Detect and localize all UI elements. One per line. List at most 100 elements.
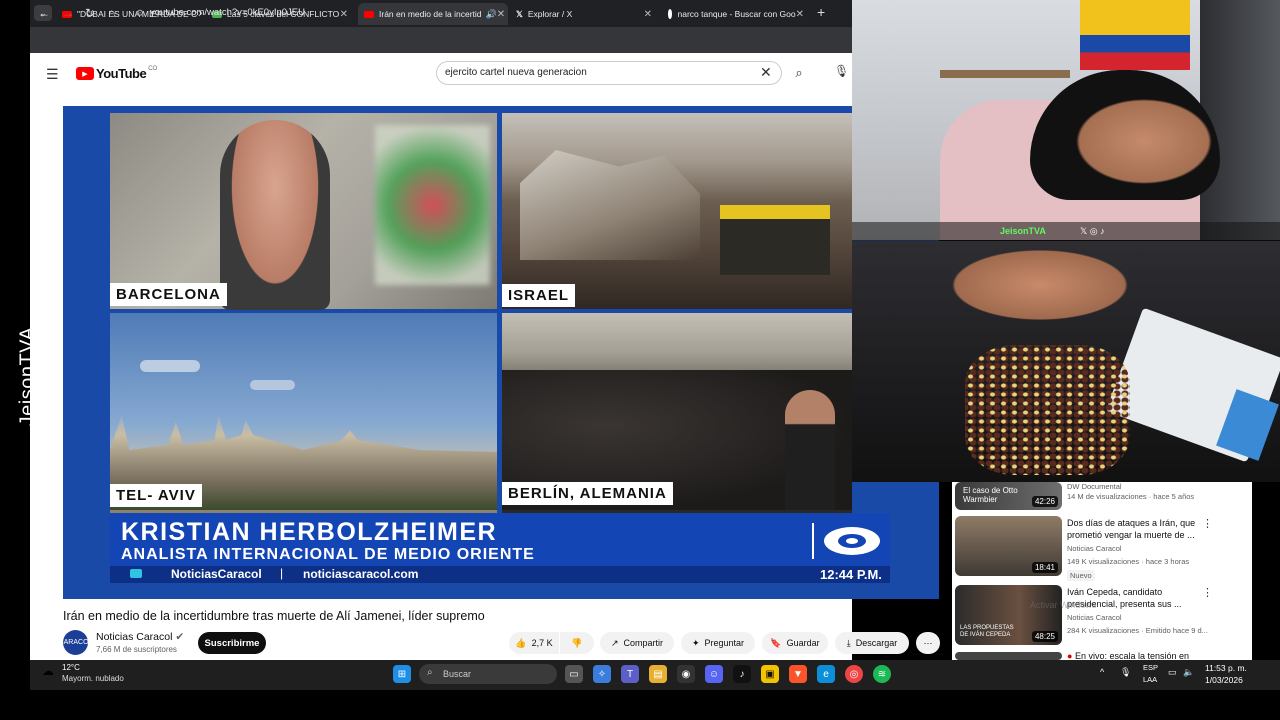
discord-icon[interactable]: ☺ [705, 665, 723, 683]
rec-thumbnail[interactable]: 18:41 [955, 516, 1062, 576]
edge-icon[interactable]: e [817, 665, 835, 683]
google-favicon-icon [668, 9, 673, 19]
live-dot-icon: ● [1067, 651, 1073, 660]
thumb-text: LAS PROPUESTAS DE IVÁN CEPEDA [960, 625, 1014, 638]
subscribe-button[interactable]: Suscribirme [198, 632, 266, 654]
rec-more-icon[interactable]: ⋮ [1202, 586, 1213, 599]
network-icon[interactable]: ▭ [1168, 667, 1177, 678]
back-arrow-icon[interactable]: ← [38, 6, 50, 20]
rec-title[interactable]: ● En vivo: escala la tensión en ... [1067, 650, 1197, 660]
like-button[interactable]: 👍 2,7 K [509, 632, 559, 654]
taskbar-search[interactable]: Buscar [419, 664, 557, 684]
rec-title[interactable]: Dos días de ataques a Irán, que prometió… [1067, 517, 1197, 541]
guest-name: KRISTIAN HERBOLZHEIMER [121, 518, 498, 546]
dark-background [1200, 0, 1280, 240]
rec-meta: 149 K visualizaciones · hace 3 horas [1067, 557, 1190, 566]
rec-thumbnail[interactable]: LAS PROPUESTAS DE IVÁN CEPEDA 48:25 [955, 585, 1062, 645]
file-explorer-icon[interactable]: ▤ [649, 665, 667, 683]
clear-search-icon[interactable]: ✕ [760, 64, 772, 81]
close-icon[interactable]: ✕ [340, 9, 348, 20]
logo-country: CO [148, 66, 158, 72]
youtube-favicon-icon [364, 10, 374, 18]
rec-thumbnail[interactable] [955, 652, 1062, 660]
video-title: Irán en medio de la incertidumbre tras m… [63, 609, 485, 623]
tiktok-icon[interactable]: ♪ [733, 665, 751, 683]
windows-start-icon[interactable]: ⊞ [393, 665, 411, 683]
obs-icon[interactable]: ◉ [677, 665, 695, 683]
share-icon: ↗ [610, 637, 619, 648]
brave-icon[interactable]: ▼ [789, 665, 807, 683]
forward-arrow-icon[interactable]: → [62, 6, 74, 20]
analyst-figure [220, 120, 330, 310]
new-tab-button[interactable]: + [817, 4, 825, 20]
tray-chevron-icon[interactable]: ^ [1100, 667, 1104, 677]
task-view-icon[interactable]: ▭ [565, 665, 583, 683]
tab-label: Irán en medio de la incertid [379, 9, 482, 19]
rec-more-icon[interactable]: ⋮ [1202, 517, 1213, 530]
bulldozer [720, 205, 830, 275]
weather-cloud-icon[interactable]: ☁ [42, 664, 54, 678]
chrome-icon[interactable]: ◎ [845, 665, 863, 683]
search-input[interactable]: ejercito cartel nueva generacion [445, 67, 587, 78]
mic-tray-icon[interactable]: 🎙 [1120, 667, 1131, 678]
download-button[interactable]: ⤓ Descargar [835, 632, 909, 654]
play-icon: ▶ [76, 67, 94, 80]
webcam-overlay-bar [852, 222, 1280, 242]
browser-tab[interactable]: 𝕏 Explorar / X ✕ [510, 3, 658, 25]
channel-avatar[interactable]: CARACOL [59, 630, 92, 655]
thumb-text: El caso de Otto Warmbier [963, 486, 1018, 504]
keyboard-layout[interactable]: LAA [1143, 675, 1157, 684]
address-bar [30, 27, 852, 53]
copilot-icon[interactable]: ✧ [593, 665, 611, 683]
share-button[interactable]: ↗ Compartir [600, 632, 674, 654]
channel-name-text: Noticias Caracol [96, 631, 173, 643]
thumbs-down-icon: 👎 [571, 637, 583, 648]
rec-channel[interactable]: Noticias Caracol [1067, 544, 1122, 553]
cloud [140, 360, 200, 372]
menu-icon[interactable]: ☰ [46, 66, 59, 83]
close-icon[interactable]: ✕ [796, 9, 804, 20]
cloud [250, 380, 295, 390]
spotify-icon[interactable]: ≋ [873, 665, 891, 683]
rec-channel[interactable]: DW Documental [1067, 482, 1122, 491]
more-actions-button[interactable]: ⋯ [916, 632, 940, 654]
tab-label: narco tanque - Buscar con Goo [677, 9, 796, 19]
taskbar-date[interactable]: 1/03/2026 [1205, 675, 1243, 685]
close-icon[interactable]: ✕ [497, 9, 505, 20]
weather-temperature[interactable]: 12°C [62, 663, 80, 672]
speaker-icon[interactable]: 🔊 [486, 9, 497, 20]
ask-button[interactable]: ✦ Preguntar [681, 632, 755, 654]
browser-tab[interactable]: narco tanque - Buscar con Goo ✕ [662, 3, 810, 25]
bookmark-icon: 🔖 [770, 637, 782, 648]
social-icons: 𝕏 ◎ ♪ [1080, 226, 1105, 236]
language-indicator[interactable]: ESP [1143, 663, 1158, 672]
app-icon[interactable]: ▣ [761, 665, 779, 683]
microphone-icon[interactable]: 🎙 [834, 64, 849, 78]
ticker-url: noticiascaracol.com [303, 567, 419, 581]
dislike-button[interactable]: 👎 [560, 632, 594, 654]
channel-name[interactable]: Noticias Caracol ✔ [96, 631, 184, 643]
rec-channel[interactable]: Noticias Caracol [1067, 613, 1122, 622]
bottom-black-bar [0, 690, 1280, 720]
subscriber-count: 7,66 M de suscriptores [96, 645, 177, 654]
youtube-logo[interactable]: ▶ YouTube CO [76, 66, 157, 81]
url-field[interactable]: youtube.com/watch?v=0kE0yIp0JEU [150, 7, 305, 18]
volume-icon[interactable]: 🔈 [1183, 667, 1194, 678]
save-button[interactable]: 🔖 Guardar [762, 632, 828, 654]
shelf [940, 70, 1070, 78]
home-icon[interactable]: ⌂ [108, 6, 115, 20]
search-button[interactable]: ⌕ [782, 61, 816, 85]
location-label-barcelona: BARCELONA [110, 283, 227, 306]
close-icon[interactable]: ✕ [644, 9, 652, 20]
weather-description[interactable]: Mayorm. nublado [62, 674, 124, 683]
reload-icon[interactable]: ↻ [85, 6, 95, 20]
rec-thumbnail[interactable]: El caso de Otto Warmbier 42:26 [955, 482, 1062, 510]
taskbar-time[interactable]: 11:53 p. m. [1205, 663, 1247, 673]
site-info-icon[interactable]: ⚙ [136, 8, 144, 19]
download-icon: ⤓ [846, 637, 851, 648]
caracol-logo-icon [812, 523, 882, 559]
teams-icon[interactable]: T [621, 665, 639, 683]
rec-title-text: En vivo: escala la tensión en ... [1074, 651, 1190, 660]
destroyed-building [520, 150, 700, 260]
browser-tab-active[interactable]: Irán en medio de la incertid 🔊 ✕ [358, 3, 508, 25]
